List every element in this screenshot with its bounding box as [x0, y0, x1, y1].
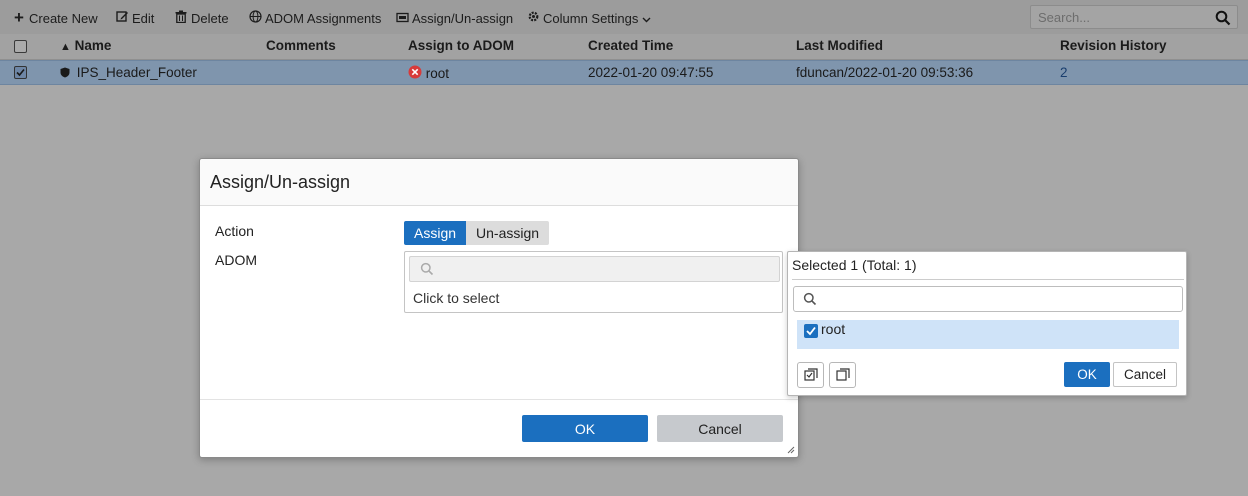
select-all-icon — [804, 368, 818, 381]
adom-click-to-select[interactable]: Click to select — [413, 290, 499, 306]
table-search-input[interactable] — [1031, 6, 1211, 28]
column-header-assign-to-adom[interactable]: Assign to ADOM — [408, 38, 514, 53]
toolbar: + Create New Edit Delete ADOM Assignment… — [0, 0, 1248, 34]
table-row[interactable]: IPS_Header_Footer root 2022-01-20 09:47:… — [0, 60, 1248, 85]
column-settings-button[interactable]: Column Settings — [526, 9, 651, 27]
edit-icon — [115, 10, 129, 26]
search-icon — [803, 292, 817, 306]
action-toggle: Assign Un-assign — [404, 221, 550, 245]
adom-assignments-button[interactable]: ADOM Assignments — [248, 9, 381, 27]
search-icon — [420, 262, 434, 276]
column-header-last-modified[interactable]: Last Modified — [796, 38, 883, 53]
delete-label: Delete — [191, 10, 229, 26]
row-revision-history-link[interactable]: 2 — [1060, 65, 1068, 80]
dropdown-search — [793, 286, 1183, 312]
row-last-modified: fduncan/2022-01-20 09:53:36 — [796, 65, 974, 80]
item-label: root — [821, 321, 846, 337]
action-label: Action — [215, 223, 254, 239]
adom-assignments-label: ADOM Assignments — [265, 10, 382, 26]
unassign-option[interactable]: Un-assign — [466, 221, 550, 245]
dropdown-selected-count: Selected 1 (Total: 1) — [792, 257, 917, 273]
select-all-checkbox[interactable] — [14, 40, 27, 53]
adom-selector[interactable]: Click to select — [404, 251, 783, 313]
error-icon — [408, 65, 422, 79]
dropdown-divider — [792, 279, 1184, 280]
assign-option[interactable]: Assign — [404, 221, 467, 245]
gear-icon — [526, 10, 540, 26]
dialog-header: Assign/Un-assign — [200, 159, 798, 206]
trash-icon — [174, 10, 188, 26]
item-checkbox[interactable] — [804, 324, 818, 338]
row-assign-to-adom: root — [425, 66, 450, 81]
edit-label: Edit — [132, 10, 155, 26]
dropdown-search-input[interactable] — [822, 289, 1172, 309]
create-new-button[interactable]: + Create New — [12, 8, 98, 27]
adom-label: ADOM — [215, 252, 257, 268]
deselect-all-button[interactable] — [829, 362, 856, 388]
plus-icon: + — [14, 8, 24, 27]
row-checkbox[interactable] — [14, 66, 27, 79]
adom-dropdown-panel: Selected 1 (Total: 1) root OK Cancel — [787, 251, 1187, 396]
adom-search-field[interactable] — [409, 256, 780, 282]
column-header-revision-history[interactable]: Revision History — [1060, 38, 1167, 53]
checkmark-icon — [16, 68, 25, 77]
chevron-down-icon — [642, 11, 651, 26]
column-header-name[interactable]: ▲ Name — [60, 38, 111, 53]
search-icon[interactable] — [1215, 10, 1231, 26]
assign-unassign-label: Assign/Un-assign — [412, 10, 514, 26]
row-created-time: 2022-01-20 09:47:55 — [588, 65, 714, 80]
table-search — [1030, 5, 1238, 29]
edit-button[interactable]: Edit — [115, 9, 154, 27]
create-new-label: Create New — [29, 10, 98, 26]
column-settings-label: Column Settings — [543, 10, 639, 26]
checkmark-icon — [806, 326, 816, 336]
dialog-footer-divider — [200, 399, 798, 400]
sort-ascending-icon: ▲ — [60, 41, 71, 53]
table-header: ▲ Name Comments Assign to ADOM Created T… — [0, 34, 1248, 60]
delete-button[interactable]: Delete — [174, 9, 229, 27]
dialog-cancel-button[interactable]: Cancel — [657, 415, 783, 442]
assign-unassign-button[interactable]: Assign/Un-assign — [395, 9, 513, 27]
dialog-title: Assign/Un-assign — [210, 172, 351, 192]
dropdown-ok-button[interactable]: OK — [1064, 362, 1110, 387]
row-name-cell: IPS_Header_Footer — [60, 65, 197, 80]
dropdown-cancel-button[interactable]: Cancel — [1113, 362, 1177, 387]
deselect-all-icon — [836, 368, 850, 381]
select-all-button[interactable] — [797, 362, 824, 388]
resize-handle-icon[interactable] — [785, 444, 795, 454]
shield-icon — [60, 67, 70, 78]
assign-icon — [395, 11, 409, 26]
column-header-comments[interactable]: Comments — [266, 38, 336, 53]
list-item[interactable]: root — [797, 320, 1179, 349]
row-name: IPS_Header_Footer — [76, 65, 197, 80]
column-header-created-time[interactable]: Created Time — [588, 38, 673, 53]
row-assign-to-adom-cell: root — [408, 65, 449, 81]
globe-icon — [248, 10, 262, 26]
assign-unassign-dialog: Assign/Un-assign Action ADOM Assign Un-a… — [199, 158, 799, 458]
column-name-label: Name — [74, 38, 112, 53]
dialog-ok-button[interactable]: OK — [522, 415, 648, 442]
